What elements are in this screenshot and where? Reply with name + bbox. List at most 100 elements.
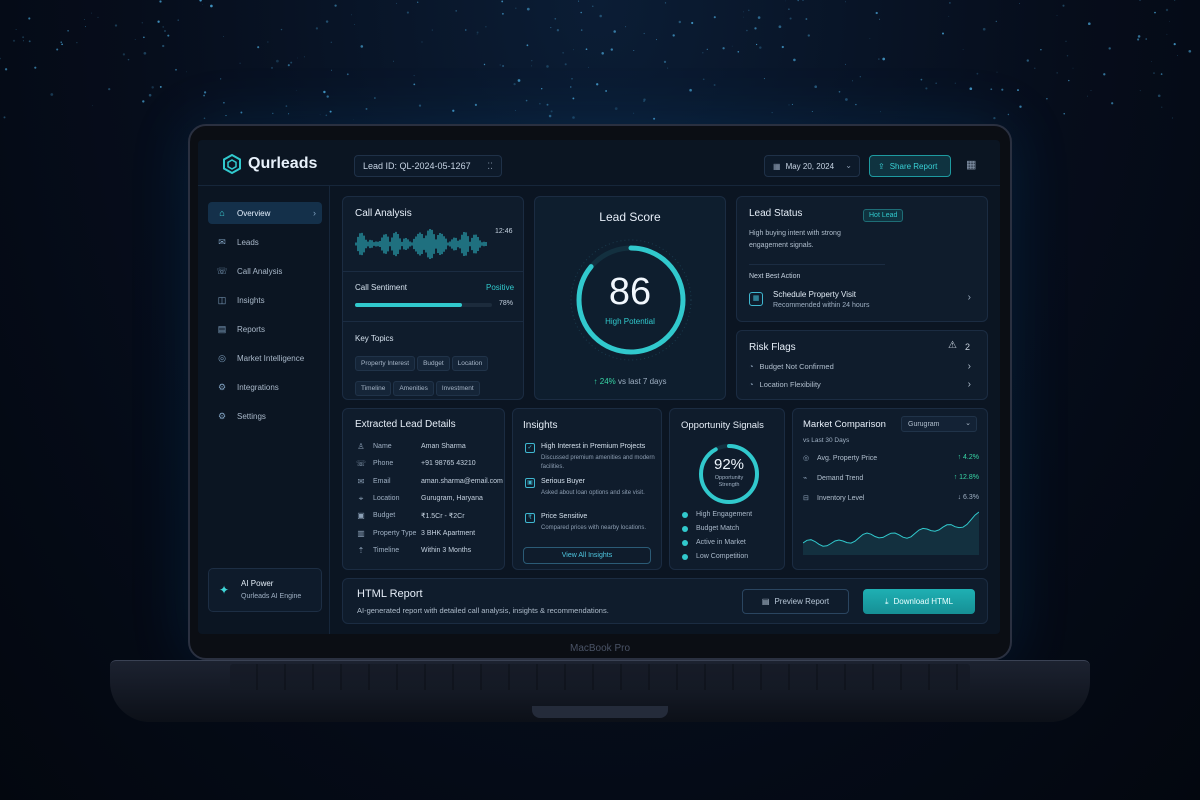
view-all-insights-button[interactable]: View All Insights (523, 547, 651, 564)
market-row-label: Avg. Property Price (817, 455, 878, 462)
star-dot (546, 65, 549, 68)
star-dot (143, 51, 147, 55)
download-html-button[interactable]: ⤓ Download HTML (863, 589, 975, 614)
star-dot (177, 19, 179, 21)
star-dot (513, 82, 516, 86)
topic-tag[interactable]: Timeline (355, 381, 392, 396)
star-dot (163, 29, 167, 33)
date-picker[interactable]: ▦ May 20, 2024 ⌄ (764, 155, 860, 177)
opportunity-signals-card: Opportunity Signals 92% Opportunity Stre… (669, 408, 785, 570)
star-dot (61, 43, 63, 46)
call-analysis-card: Call Analysis 12:46 Call Sentiment Posit… (342, 196, 524, 400)
sidebar-item-label: Leads (237, 237, 259, 247)
sidebar-item-integrations[interactable]: ⚙ Integrations (208, 376, 322, 398)
star-dot (599, 14, 602, 18)
lead-id-field[interactable]: Lead ID: QL-2024-05-1267 ⁚⁚ (354, 155, 502, 177)
star-dot (143, 36, 145, 39)
star-dot (203, 91, 207, 94)
star-dot (702, 52, 704, 54)
arrow-up-icon: ↑ (593, 377, 598, 386)
next-best-action-item[interactable]: ▦ Schedule Property Visit Recommended wi… (749, 289, 977, 313)
sidebar-item-settings[interactable]: ⚙ Settings (208, 405, 322, 427)
star-dot (465, 29, 467, 31)
logo[interactable]: Qurleads (222, 154, 317, 174)
star-dot (643, 98, 646, 101)
market-row: ⌁ Demand Trend ↑ 12.8% (803, 474, 979, 482)
detail-label: Location (373, 495, 400, 503)
detail-row: ▣ Budget ₹1.5Cr - ₹2Cr (355, 511, 464, 520)
topic-tag[interactable]: Property Interest (355, 356, 416, 371)
topic-tag[interactable]: Investment (435, 381, 480, 396)
topic-tag[interactable]: Amenities (393, 381, 434, 396)
hot-lead-badge: Hot Lead (863, 209, 904, 222)
market-trend-chart (803, 511, 979, 555)
star-dot (625, 26, 627, 28)
star-dot (290, 61, 293, 64)
location-select[interactable]: Gurugram ⌄ (901, 416, 977, 432)
star-dot (315, 27, 319, 30)
chevron-down-icon: ⌄ (845, 161, 852, 170)
mail-icon: ✉ (357, 476, 365, 486)
star-dot (722, 47, 725, 50)
detail-value: +91 98765 43210 (421, 460, 476, 468)
sidebar-item-call-analysis[interactable]: ☏ Call Analysis (208, 260, 322, 282)
risk-item[interactable]: ◔ Location Flexibility › (749, 379, 977, 394)
lead-id-text: Lead ID: QL-2024-05-1267 (363, 161, 471, 171)
topic-tag[interactable]: Budget (417, 356, 450, 371)
star-dot (326, 95, 329, 98)
sidebar-item-leads[interactable]: ✉ Leads (208, 231, 322, 253)
star-dot (1153, 72, 1155, 74)
date-text: May 20, 2024 (785, 162, 835, 171)
star-dot (531, 65, 533, 67)
star-dot (418, 104, 422, 107)
star-dot (691, 21, 694, 25)
star-dot (127, 58, 130, 61)
star-dot (1019, 105, 1022, 108)
star-dot (515, 7, 517, 9)
star-dot (199, 0, 202, 2)
preview-report-button[interactable]: ▤ Preview Report (742, 589, 849, 614)
key-topics-title: Key Topics (355, 334, 394, 343)
star-dot (1040, 48, 1042, 51)
star-dot (323, 90, 326, 94)
star-dot (1001, 88, 1004, 91)
sidebar-item-market-intelligence[interactable]: ◎ Market Intelligence (208, 347, 322, 369)
star-dot (485, 26, 487, 28)
star-dot (573, 49, 574, 51)
star-dot (755, 43, 758, 46)
star-dot (969, 87, 973, 91)
star-dot (643, 100, 645, 102)
download-icon: ⤓ (884, 597, 889, 606)
risk-dot-icon: ◔ (749, 362, 754, 371)
star-dot (393, 60, 394, 62)
sentiment-percent: 78% (499, 300, 514, 307)
star-dot (743, 11, 744, 13)
market-row-percent: 4.2% (963, 454, 979, 461)
building-icon: ▥ (357, 528, 365, 538)
insights-card: Insights ✓ High Interest in Premium Proje… (512, 408, 662, 570)
check-icon (682, 525, 688, 532)
copy-icon[interactable]: ⁚⁚ (487, 161, 493, 172)
star-dot (678, 20, 682, 24)
ai-power-card[interactable]: ✦ AI Power Qurleads AI Engine (208, 568, 322, 612)
sidebar-item-overview[interactable]: ⌂ Overview › (208, 202, 322, 224)
grid-menu-icon[interactable]: ▦ (966, 158, 976, 171)
star-dot (360, 45, 364, 48)
sidebar-item-reports[interactable]: ▤ Reports (208, 318, 322, 340)
star-dot (531, 60, 533, 62)
star-dot (1066, 55, 1069, 57)
sidebar-item-insights[interactable]: ◫ Insights (208, 289, 322, 311)
star-dot (330, 41, 332, 43)
detail-value: Gurugram, Haryana (421, 495, 483, 503)
star-dot (526, 44, 529, 47)
topic-tag[interactable]: Location (451, 356, 489, 371)
reports-icon: ▤ (217, 323, 227, 334)
market-row-value: ↑ 12.8% (954, 474, 979, 481)
star-dot (142, 100, 145, 103)
risk-item[interactable]: ◔ Budget Not Confirmed › (749, 361, 977, 376)
star-dot (203, 94, 206, 97)
star-dot (134, 38, 136, 40)
share-report-button[interactable]: ⇪ Share Report (869, 155, 951, 177)
star-dot (702, 78, 705, 81)
next-best-action-title: Next Best Action (749, 273, 801, 280)
